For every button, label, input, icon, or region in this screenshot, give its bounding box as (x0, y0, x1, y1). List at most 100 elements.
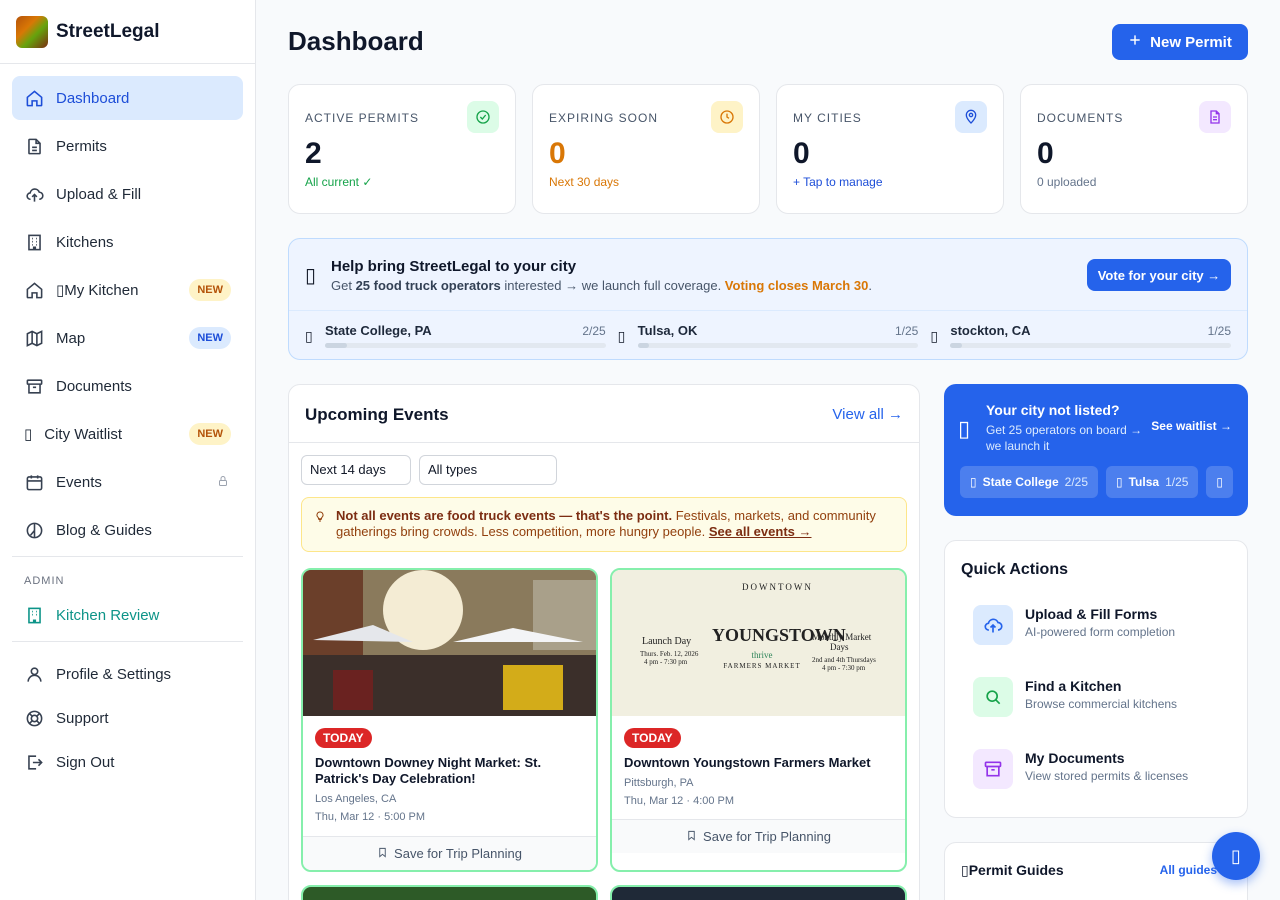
bottom-nav: Profile & Settings Support Sign Out (0, 646, 255, 784)
chip-count: 1/25 (1165, 475, 1189, 489)
event-card[interactable]: TODAY Downtown Downey Night Market: St. … (301, 568, 598, 872)
save-label: Save for Trip Planning (703, 829, 831, 844)
placeholder-glyph-icon: ▯ (617, 328, 626, 344)
waitlist-title: Your city not listed? (986, 402, 1120, 418)
archive-icon (973, 749, 1013, 789)
admin-section-label: ADMIN (24, 575, 65, 587)
city-progress-fill (950, 343, 962, 348)
sidebar-item-label: My Kitchen (64, 281, 139, 299)
vote-for-city-button[interactable]: Vote for your city → (1087, 259, 1231, 291)
help-title: Help bring StreetLegal to your city (331, 258, 577, 275)
city-progress-bar (950, 343, 1232, 348)
book-icon (24, 520, 44, 540)
poster-line4: FARMERS MARKET (723, 662, 801, 670)
sidebar-item-label: Blog & Guides (56, 521, 152, 539)
poster-right3: 2nd and 4th Thursdays (812, 656, 876, 664)
stat-card-my-cities[interactable]: MY CITIES 0 + Tap to manage (776, 84, 1004, 214)
waitlist-chips: ▯ State College 2/25 ▯ Tulsa 1/25 ▯ (960, 466, 1234, 498)
quick-action-upload-fill[interactable]: Upload & Fill Forms AI-powered form comp… (973, 605, 1233, 645)
see-all-events-link[interactable]: See all events → (709, 524, 812, 539)
map-pin-icon (955, 101, 987, 133)
chat-fab-button[interactable]: ▯ (1212, 832, 1260, 880)
help-text-bold: 25 food truck operators (355, 278, 501, 293)
save-for-trip-button[interactable]: Save for Trip Planning (303, 836, 596, 870)
sidebar-item-profile-settings[interactable]: Profile & Settings (12, 652, 243, 696)
stat-card-expiring-soon[interactable]: EXPIRING SOON 0 Next 30 days (532, 84, 760, 214)
building-icon (24, 232, 44, 252)
event-date: Thu, Mar 12 · 5:00 PM (315, 811, 426, 823)
waitlist-city-chip[interactable]: ▯ Tulsa 1/25 (1106, 466, 1199, 498)
archive-icon (24, 376, 44, 396)
sidebar-item-support[interactable]: Support (12, 696, 243, 740)
quick-action-find-kitchen[interactable]: Find a Kitchen Browse commercial kitchen… (973, 677, 1233, 717)
waitlist-city-chip[interactable]: ▯ (1206, 466, 1234, 498)
stat-card-active-permits[interactable]: ACTIVE PERMITS 2 All current ✓ (288, 84, 516, 214)
save-for-trip-button[interactable]: Save for Trip Planning (612, 819, 905, 853)
event-card-partial[interactable] (301, 885, 598, 900)
home-icon (24, 280, 44, 300)
new-permit-button[interactable]: New Permit (1112, 24, 1248, 60)
stat-value: 0 (793, 137, 810, 170)
city-name: stockton, CA (950, 323, 1031, 338)
permit-guides-card: ▯Permit Guides All guides (944, 842, 1248, 900)
event-location: Los Angeles, CA (315, 793, 397, 805)
quick-action-name: Find a Kitchen (1025, 678, 1122, 694)
waitlist-city-chip[interactable]: ▯ State College 2/25 (960, 466, 1098, 498)
city-progress-bar (325, 343, 606, 348)
event-card[interactable]: DOWNTOWN YOUNGSTOWN thrive FARMERS MARKE… (610, 568, 907, 872)
sidebar-item-label: Kitchen Review (56, 606, 160, 624)
events-notice: Not all events are food truck events — t… (301, 497, 907, 552)
brand[interactable]: StreetLegal (0, 0, 255, 64)
sidebar-item-upload-fill[interactable]: Upload & Fill (12, 172, 243, 216)
sidebar-item-documents[interactable]: Documents (12, 364, 243, 408)
city-count: 2/25 (582, 324, 606, 338)
sidebar-item-kitchens[interactable]: Kitchens (12, 220, 243, 264)
sidebar-item-map[interactable]: Map NEW (12, 316, 243, 360)
sidebar-item-label: Permits (56, 137, 107, 155)
sidebar-item-blog-guides[interactable]: Blog & Guides (12, 508, 243, 552)
help-text-deadline: Voting closes March 30 (724, 278, 869, 293)
city-progress-item[interactable]: ▯ State College, PA 2/25 (305, 323, 606, 349)
today-badge: TODAY (315, 728, 372, 748)
quick-actions-card: Quick Actions Upload & Fill Forms AI-pow… (944, 540, 1248, 818)
lifebuoy-icon (24, 708, 44, 728)
sidebar-item-my-kitchen[interactable]: ▯ My Kitchen NEW (12, 268, 243, 312)
city-waitlist-card: ▯ Your city not listed? Get 25 operators… (944, 384, 1248, 516)
quick-action-desc: Browse commercial kitchens (1025, 697, 1178, 711)
quick-action-my-documents[interactable]: My Documents View stored permits & licen… (973, 749, 1233, 789)
event-date: Thu, Mar 12 · 4:00 PM (624, 795, 735, 807)
sidebar-item-label: Profile & Settings (56, 665, 172, 683)
sidebar-item-label: Map (56, 329, 86, 347)
sidebar-item-kitchen-review[interactable]: Kitchen Review (12, 593, 243, 637)
placeholder-glyph-icon: ▯ (1116, 475, 1123, 489)
placeholder-glyph-icon: ▯ (24, 426, 33, 443)
sign-out-icon (24, 752, 44, 772)
sidebar-item-events[interactable]: Events (12, 460, 243, 504)
all-guides-link[interactable]: All guides (1160, 863, 1217, 877)
sidebar-item-dashboard[interactable]: Dashboard (12, 76, 243, 120)
event-type-select[interactable]: All types (419, 455, 557, 485)
sidebar-divider (12, 556, 243, 557)
save-label: Save for Trip Planning (394, 846, 522, 861)
sidebar-item-sign-out[interactable]: Sign Out (12, 740, 243, 784)
see-waitlist-link[interactable]: See waitlist → (1151, 419, 1232, 433)
events-filters: Next 14 days All types (301, 455, 557, 485)
city-progress-item[interactable]: ▯ stockton, CA 1/25 (930, 323, 1232, 349)
check-circle-icon (467, 101, 499, 133)
date-range-select[interactable]: Next 14 days (301, 455, 411, 485)
tap-to-manage-link[interactable]: + Tap to manage (793, 175, 987, 189)
city-progress-item[interactable]: ▯ Tulsa, OK 1/25 (618, 323, 919, 349)
event-card-partial[interactable] (610, 885, 907, 900)
sidebar-item-permits[interactable]: Permits (12, 124, 243, 168)
clock-icon (711, 101, 743, 133)
poster-left2: Thurs. Feb. 12, 2026 (640, 650, 699, 658)
stat-card-documents[interactable]: DOCUMENTS 0 0 uploaded (1020, 84, 1248, 214)
event-name: Downtown Youngstown Farmers Market (624, 755, 871, 770)
sidebar-item-city-waitlist[interactable]: ▯ City Waitlist NEW (12, 412, 243, 456)
quick-action-desc: AI-powered form completion (1025, 625, 1176, 639)
map-icon (24, 328, 44, 348)
notice-bold: Not all events are food truck events — t… (336, 508, 673, 523)
city-count: 1/25 (894, 324, 919, 338)
view-all-events-link[interactable]: View all → (832, 406, 903, 423)
stat-sub: 0 uploaded (1037, 175, 1097, 189)
